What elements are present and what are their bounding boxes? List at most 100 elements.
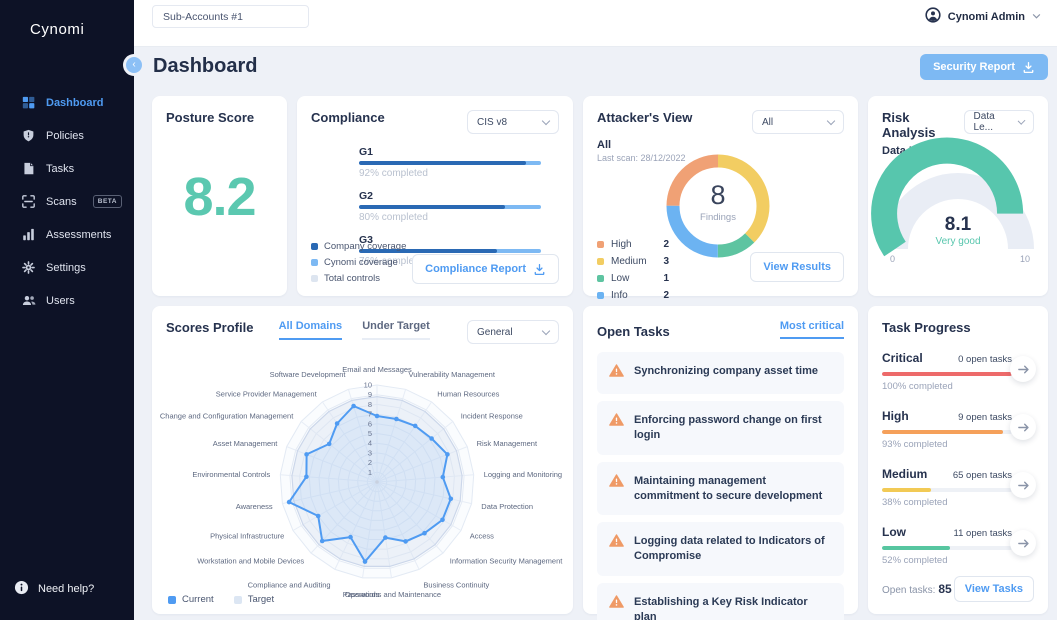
scores-profile-title: Scores Profile (166, 320, 253, 335)
sidebar-item-tasks[interactable]: Tasks (0, 152, 134, 185)
sidebar-item-label: Scans (46, 196, 77, 208)
scores-domain-select[interactable]: General (467, 320, 559, 344)
grid-icon (22, 96, 36, 110)
app-root: Cynomi DashboardPoliciesTasksScansBETAAs… (0, 0, 1057, 620)
sidebar-item-dashboard[interactable]: Dashboard (0, 86, 134, 119)
progress-bar (882, 546, 1012, 550)
sidebar-item-users[interactable]: Users (0, 284, 134, 317)
open-task-item[interactable]: Maintaining management commitment to sec… (597, 462, 844, 516)
svg-text:Awareness: Awareness (236, 502, 273, 511)
svg-text:3: 3 (368, 448, 372, 457)
severity-legend-item: Info2 (597, 290, 669, 301)
open-task-item[interactable]: Enforcing password change on first login (597, 401, 844, 455)
need-help-label: Need help? (38, 583, 94, 595)
need-help-link[interactable]: Need help? (14, 580, 94, 598)
svg-text:4: 4 (368, 439, 372, 448)
gauge-min-label: 0 (890, 254, 895, 264)
info-icon (14, 580, 29, 598)
severity-legend-item: Low1 (597, 273, 669, 284)
severity-legend-item: Medium3 (597, 256, 669, 267)
compliance-progress-bar (359, 161, 541, 165)
svg-text:7: 7 (368, 410, 372, 419)
topbar: Sub-Accounts #1 Cynomi Admin (134, 0, 1057, 47)
sidebar-item-settings[interactable]: Settings (0, 251, 134, 284)
download-icon (533, 263, 546, 276)
risk-analysis-card: Risk Analysis Data Le... Data Leak 8.1 V… (868, 96, 1048, 296)
view-results-button[interactable]: View Results (750, 252, 844, 282)
tab-all-domains[interactable]: All Domains (279, 320, 343, 340)
sidebar-item-scans[interactable]: ScansBETA (0, 185, 134, 218)
arrow-right-button[interactable] (1010, 472, 1036, 498)
svg-text:8: 8 (368, 400, 372, 409)
sidebar-item-assessments[interactable]: Assessments (0, 218, 134, 251)
compliance-framework-select[interactable]: CIS v8 (467, 110, 559, 134)
page-title: Dashboard (153, 55, 257, 78)
open-tasks-title: Open Tasks (597, 324, 670, 339)
gauge-max-label: 10 (1020, 254, 1030, 264)
gear-icon (22, 261, 36, 275)
posture-score-title: Posture Score (166, 110, 273, 125)
legend-item: Cynomi coverage (311, 257, 406, 268)
sidebar-collapse-toggle[interactable]: ‹ (126, 57, 142, 73)
svg-text:Change and Configuration Manag: Change and Configuration Management (160, 411, 294, 420)
tab-under-target[interactable]: Under Target (362, 320, 430, 340)
main-content: Dashboard Security Report Posture Score … (134, 48, 1057, 620)
svg-text:Incident Response: Incident Response (461, 411, 523, 420)
task-progress-title: Task Progress (882, 320, 1034, 335)
svg-text:Asset Management: Asset Management (213, 439, 279, 448)
sidebar: Cynomi Dashboard Policies TasksScansBETAAs… (0, 0, 134, 620)
open-task-item[interactable]: Synchronizing company asset time (597, 352, 844, 394)
view-tasks-button[interactable]: View Tasks (954, 576, 1034, 602)
task-progress-row-low: Low11 open tasks52% completed (882, 525, 1034, 566)
compliance-title: Compliance (311, 110, 385, 125)
risk-rating-label: Very good (868, 236, 1048, 247)
progress-bar (882, 372, 1012, 376)
warning-icon (609, 364, 624, 382)
severity-legend: High2 Medium3 Low1 Info2 (597, 239, 669, 307)
svg-text:Passwords: Passwords (343, 590, 380, 599)
warning-icon (609, 534, 624, 552)
task-progress-card: Task Progress Critical0 open tasks100% c… (868, 306, 1048, 614)
svg-text:Information Security Managemen: Information Security Management (450, 556, 563, 565)
findings-label: Findings (660, 212, 776, 223)
compliance-report-button[interactable]: Compliance Report (412, 254, 559, 284)
svg-text:Software Development: Software Development (270, 370, 347, 379)
svg-text:5: 5 (368, 429, 372, 438)
task-progress-rows: Critical0 open tasks100% completedHigh9 … (882, 351, 1034, 566)
open-task-item[interactable]: Establishing a Key Risk Indicator plan (597, 583, 844, 620)
shield-icon (22, 129, 36, 143)
sidebar-item-policies[interactable]: Policies (0, 119, 134, 152)
arrow-right-button[interactable] (1010, 414, 1036, 440)
risk-score-value: 8.1 (868, 214, 1048, 236)
severity-legend-item: High2 (597, 239, 669, 250)
svg-text:6: 6 (368, 419, 372, 428)
open-task-item[interactable]: Logging data related to Indicators of Co… (597, 522, 844, 576)
security-report-button[interactable]: Security Report (920, 54, 1048, 80)
chevron-down-icon (1032, 13, 1041, 20)
arrow-right-button[interactable] (1010, 356, 1036, 382)
attackers-view-title: Attacker's View (597, 110, 692, 125)
findings-total: 8 (660, 180, 776, 211)
posture-score-value: 8.2 (166, 125, 273, 282)
user-menu[interactable]: Cynomi Admin (925, 7, 1041, 26)
sidebar-item-label: Policies (46, 130, 84, 142)
radar-legend-item: Target (234, 594, 274, 605)
posture-score-card: Posture Score 8.2 (152, 96, 287, 296)
warning-icon (609, 413, 624, 431)
cynomi-logo: Cynomi (0, 0, 134, 38)
arrow-right-button[interactable] (1010, 530, 1036, 556)
svg-text:Logging and Monitoring: Logging and Monitoring (484, 470, 562, 479)
most-critical-tab[interactable]: Most critical (780, 320, 844, 339)
sub-account-selector[interactable]: Sub-Accounts #1 (152, 5, 309, 28)
svg-text:1: 1 (368, 468, 372, 477)
compliance-group-g2: G280% completed (359, 190, 541, 223)
open-tasks-total-label: Open tasks: (882, 585, 935, 596)
attackers-view-filter-select[interactable]: All (752, 110, 844, 134)
bar-chart-icon (22, 228, 36, 242)
svg-text:Service Provider Management: Service Provider Management (216, 390, 318, 399)
legend-item: Company coverage (311, 241, 406, 252)
warning-icon (609, 474, 624, 492)
sidebar-nav: Dashboard Policies TasksScansBETAAssessmen… (0, 86, 134, 317)
sidebar-item-label: Settings (46, 262, 86, 274)
svg-text:Human Resources: Human Resources (437, 390, 499, 399)
